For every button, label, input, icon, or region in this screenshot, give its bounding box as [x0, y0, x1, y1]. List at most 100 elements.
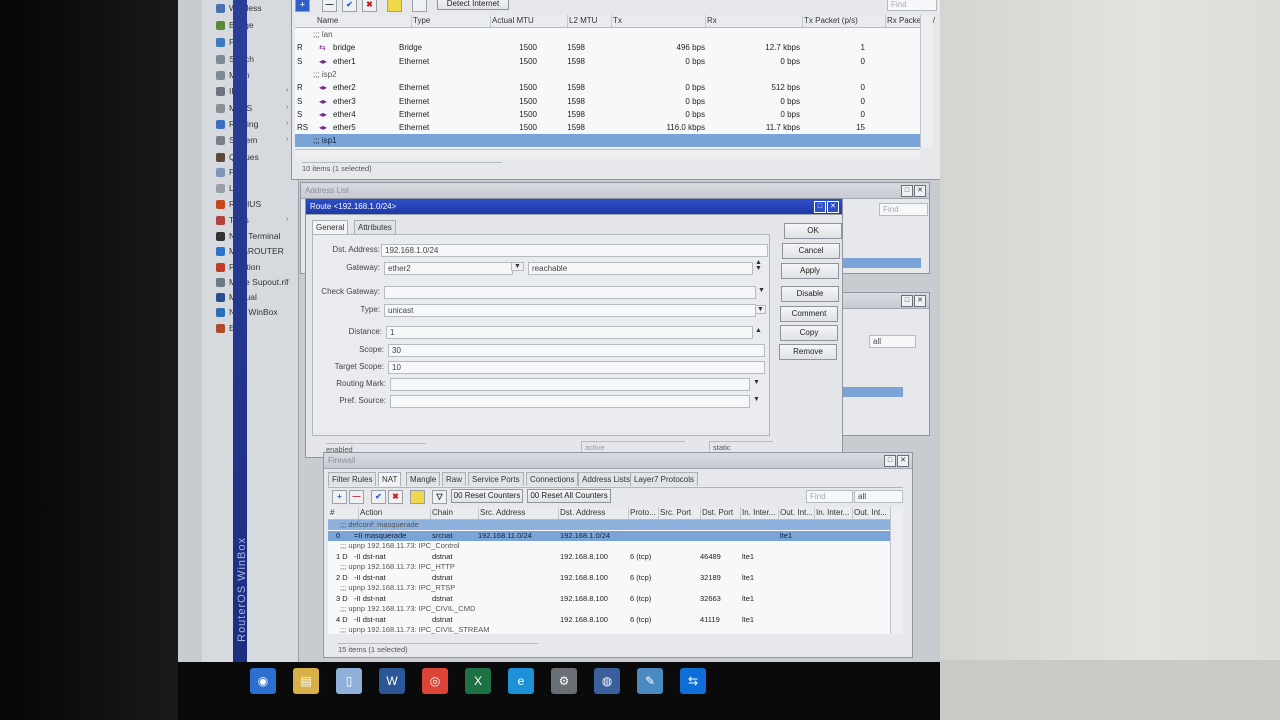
enable-rule-button[interactable]: ✔ [371, 490, 386, 504]
interface-row[interactable]: S ◂▸ ether4 Ethernet 1500 1598 0 bps 0 bps 0 [295, 108, 920, 121]
winbox-icon[interactable]: ⚙ [551, 668, 577, 694]
nat-rule-row[interactable]: 2 D -II dst-nat dstnat 192.168.8.100 6 (tcp)… [328, 573, 890, 583]
interface-row[interactable]: R ⇆ bridge Bridge 1500 1598 496 bps 12.7 kbps 1 [295, 41, 920, 54]
interface-hscrollbar[interactable] [295, 149, 920, 159]
gateway-updown-icon[interactable]: ▲ ▼ [755, 259, 762, 272]
address-list-row-selected[interactable] [841, 258, 921, 268]
nat-rule-row[interactable]: 4 D -II dst-nat dstnat 192.168.8.100 6 (tcp)… [328, 615, 890, 625]
route-filter-select[interactable]: all [869, 335, 916, 348]
maximize-icon[interactable]: □ [901, 185, 913, 197]
type-dropdown-icon[interactable]: ▼ [755, 305, 766, 314]
find-input[interactable]: Find [887, 0, 937, 11]
nat-rule-row[interactable]: ;;; defconf: masquerade [328, 520, 890, 530]
gateway-input[interactable]: ether2 [384, 262, 513, 275]
comment-rule-button[interactable] [410, 490, 425, 504]
remove-button[interactable]: — [322, 0, 337, 12]
tab-filter-rules[interactable]: Filter Rules [328, 472, 377, 486]
disable-button[interactable]: ✖ [362, 0, 377, 12]
scope-input[interactable]: 30 [388, 344, 765, 357]
column-header[interactable]: Name [315, 15, 412, 27]
nat-rule-row[interactable]: 3 D -II dst-nat dstnat 192.168.8.100 6 (tcp)… [328, 594, 890, 604]
target-scope-input[interactable]: 10 [388, 361, 765, 374]
column-header[interactable]: In. Inter... [740, 507, 779, 519]
route-list-titlebar[interactable]: □ ✕ [839, 293, 929, 309]
column-header[interactable]: Chain [430, 507, 479, 519]
sidebar-item-new-terminal[interactable]: New Terminal [216, 229, 280, 243]
tab-mangle[interactable]: Mangle [406, 472, 441, 486]
tab-address-lists[interactable]: Address Lists [578, 472, 635, 486]
nat-rule-row[interactable]: ;;; upnp 192.168.11.73: IPC_Control [328, 541, 890, 551]
column-header[interactable]: Dst. Address [558, 507, 629, 519]
tab-raw[interactable]: Raw [442, 472, 467, 486]
file-explorer-icon[interactable]: ▤ [293, 668, 319, 694]
address-list-titlebar[interactable]: Address List □ ✕ [301, 183, 929, 199]
column-header[interactable]: Proto... [628, 507, 659, 519]
check-gateway-select[interactable] [384, 286, 756, 299]
close-icon[interactable]: ✕ [914, 185, 926, 197]
interface-row[interactable]: ;;; isp1 [295, 134, 920, 148]
nat-rule-row[interactable]: ;;; upnp 192.168.11.73: IPC_RTSP [328, 583, 890, 593]
detect-internet-button[interactable]: Detect Internet [437, 0, 509, 10]
column-header[interactable]: Src. Port [658, 507, 701, 519]
copy-button[interactable]: Copy [780, 325, 838, 341]
sidebar-item-metarouter[interactable]: MetaROUTER [216, 244, 284, 258]
distance-input[interactable]: 1 [386, 326, 753, 339]
comment-button[interactable] [387, 0, 402, 12]
sidebar-item-make-supout-rif[interactable]: Make Supout.rif [216, 275, 289, 289]
route-dialog-titlebar[interactable]: Route <192.168.1.0/24> □ ✕ [306, 199, 842, 215]
start-orb-icon[interactable]: ◉ [250, 668, 276, 694]
add-rule-button[interactable]: + [332, 490, 347, 504]
tab-nat[interactable]: NAT [378, 472, 402, 486]
close-icon[interactable]: ✕ [914, 295, 926, 307]
ok-button[interactable]: OK [784, 223, 842, 239]
interface-row[interactable]: S ◂▸ ether1 Ethernet 1500 1598 0 bps 0 bps 0 [295, 55, 920, 68]
route-row-selected[interactable] [841, 387, 903, 397]
filter-button[interactable] [412, 0, 427, 12]
column-header[interactable]: Dst. Port [700, 507, 741, 519]
tab-general[interactable]: General [312, 220, 349, 234]
column-header[interactable]: Tx Packet (p/s) [802, 15, 886, 27]
nat-rule-row[interactable]: ;;; upnp 192.168.11.73: IPC_CIVIL_CMD [328, 604, 890, 614]
disable-button[interactable]: Disable [781, 286, 839, 302]
routing-mark-select[interactable] [390, 378, 750, 391]
add-button[interactable]: + [295, 0, 310, 12]
notepad-icon[interactable]: ▯ [336, 668, 362, 694]
nat-rule-row[interactable]: 1 D -II dst-nat dstnat 192.168.8.100 6 (tcp)… [328, 552, 890, 562]
column-header[interactable]: Src. Address [478, 507, 559, 519]
close-icon[interactable]: ✕ [827, 201, 839, 213]
ie-icon[interactable]: e [508, 668, 534, 694]
tab-connections[interactable]: Connections [526, 472, 579, 486]
interface-scrollbar[interactable] [920, 15, 933, 148]
remove-rule-button[interactable]: — [349, 490, 364, 504]
reset-counters-button[interactable]: 00 Reset Counters [451, 489, 523, 503]
word-icon[interactable]: W [379, 668, 405, 694]
interface-row[interactable]: S ◂▸ ether3 Ethernet 1500 1598 0 bps 0 bps 0 [295, 95, 920, 108]
pref-source-dropdown-icon[interactable]: ▼ [753, 396, 760, 403]
excel-icon[interactable]: X [465, 668, 491, 694]
column-header[interactable]: Out. Int... [778, 507, 815, 519]
interface-row[interactable]: ;;; isp2 [295, 68, 920, 81]
column-header[interactable]: Action [358, 507, 431, 519]
tab-service-ports[interactable]: Service Ports [468, 472, 524, 486]
tab-attributes[interactable]: Attributes [354, 220, 396, 234]
disable-rule-button[interactable]: ✖ [388, 490, 403, 504]
comment-button[interactable]: Comment [780, 306, 838, 322]
pref-source-select[interactable] [390, 395, 750, 408]
column-header[interactable]: In. Inter... [814, 507, 853, 519]
maximize-icon[interactable]: □ [901, 295, 913, 307]
close-icon[interactable]: ✕ [897, 455, 909, 467]
app-circle-icon[interactable]: ◍ [594, 668, 620, 694]
routing-mark-dropdown-icon[interactable]: ▼ [753, 379, 760, 386]
maximize-icon[interactable]: □ [884, 455, 896, 467]
remove-button[interactable]: Remove [779, 344, 837, 360]
firewall-filter-select[interactable]: all [854, 490, 903, 503]
paint-icon[interactable]: ✎ [637, 668, 663, 694]
interface-row[interactable]: ;;; lan [295, 28, 920, 41]
column-header[interactable]: Type [411, 15, 491, 27]
nat-rule-row[interactable]: ;;; upnp 192.168.11.73: IPC_CIVIL_STREAM [328, 625, 890, 634]
column-header[interactable]: # [328, 507, 359, 519]
reset-all-counters-button[interactable]: 00 Reset All Counters [527, 489, 611, 503]
apply-button[interactable]: Apply [781, 263, 839, 279]
distance-collapse-icon[interactable]: ▲ [755, 327, 762, 334]
firewall-find-input[interactable]: Find [806, 490, 853, 503]
